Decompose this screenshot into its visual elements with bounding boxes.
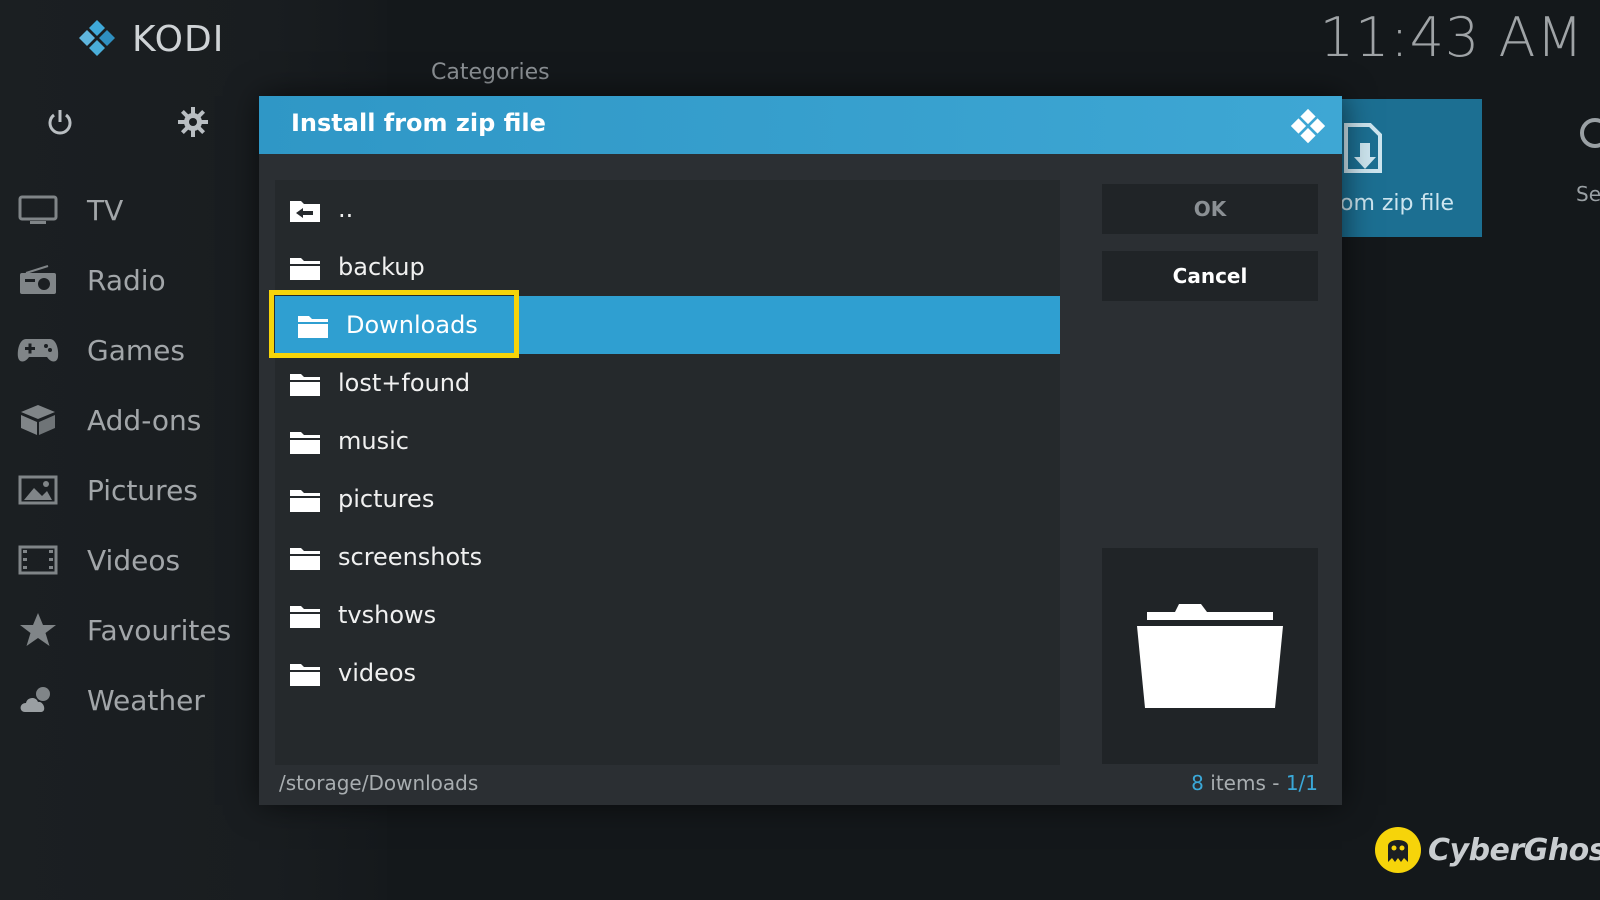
list-item-videos[interactable]: videos [275,644,1060,702]
clock: 11:43 AM [1319,6,1584,69]
star-icon [16,610,60,650]
list-item-pictures[interactable]: pictures [275,470,1060,528]
zip-download-icon [1340,121,1390,185]
dialog-header: Install from zip file [259,96,1342,154]
current-path: /storage/Downloads [279,771,479,795]
box-icon [16,400,60,440]
folder-icon [290,664,320,686]
list-item-parent[interactable]: .. [275,180,1060,238]
item-count-number: 8 [1191,771,1204,795]
dialog-title: Install from zip file [291,109,546,137]
ok-button[interactable]: OK [1102,184,1318,234]
install-zip-dialog: Install from zip file .. backup Download… [259,96,1342,805]
kodi-logo: KODI [76,18,224,60]
section-title: Categories [431,60,550,85]
folder-preview [1102,548,1318,764]
search-icon[interactable] [1580,118,1600,148]
cloud-sun-icon [16,680,60,720]
folder-icon [290,374,320,396]
file-list[interactable]: .. backup Downloads lost+found music pic… [269,180,1060,765]
folder-icon [290,258,320,280]
cancel-button[interactable]: Cancel [1102,251,1318,301]
folder-icon [290,548,320,570]
list-item-tvshows[interactable]: tvshows [275,586,1060,644]
gear-icon[interactable] [171,100,215,144]
tile-label: om zip file [1340,191,1455,216]
cyberghost-watermark: CyberGhost [1374,826,1600,874]
kodi-logo-icon [1288,107,1328,151]
back-folder-icon [290,201,320,222]
list-item-downloads[interactable]: Downloads [269,290,1060,358]
folder-icon [298,316,328,338]
item-count: 8 items - 1/1 [1191,771,1318,795]
kodi-logo-text: KODI [132,18,225,60]
list-item-music[interactable]: music [275,412,1060,470]
folder-open-icon [1137,604,1283,708]
film-icon [16,540,60,580]
power-icon[interactable] [38,100,82,144]
install-from-zip-tile[interactable]: om zip file [1330,99,1482,237]
folder-icon [290,606,320,628]
image-icon [16,470,60,510]
list-item-screenshots[interactable]: screenshots [275,528,1060,586]
tv-icon [16,190,60,230]
ghost-logo-icon [1375,827,1421,873]
list-item-backup[interactable]: backup [275,238,1060,296]
list-item-lost-found[interactable]: lost+found [275,354,1060,412]
page-indicator: 1/1 [1285,771,1318,795]
gamepad-icon [16,330,60,370]
item-count-label: items - [1203,771,1286,795]
watermark-text: CyberGhost [1428,832,1600,868]
folder-icon [290,490,320,512]
radio-icon [16,260,60,300]
partial-tile-label: Se [1576,182,1600,206]
kodi-logo-icon [79,20,115,56]
folder-icon [290,432,320,454]
